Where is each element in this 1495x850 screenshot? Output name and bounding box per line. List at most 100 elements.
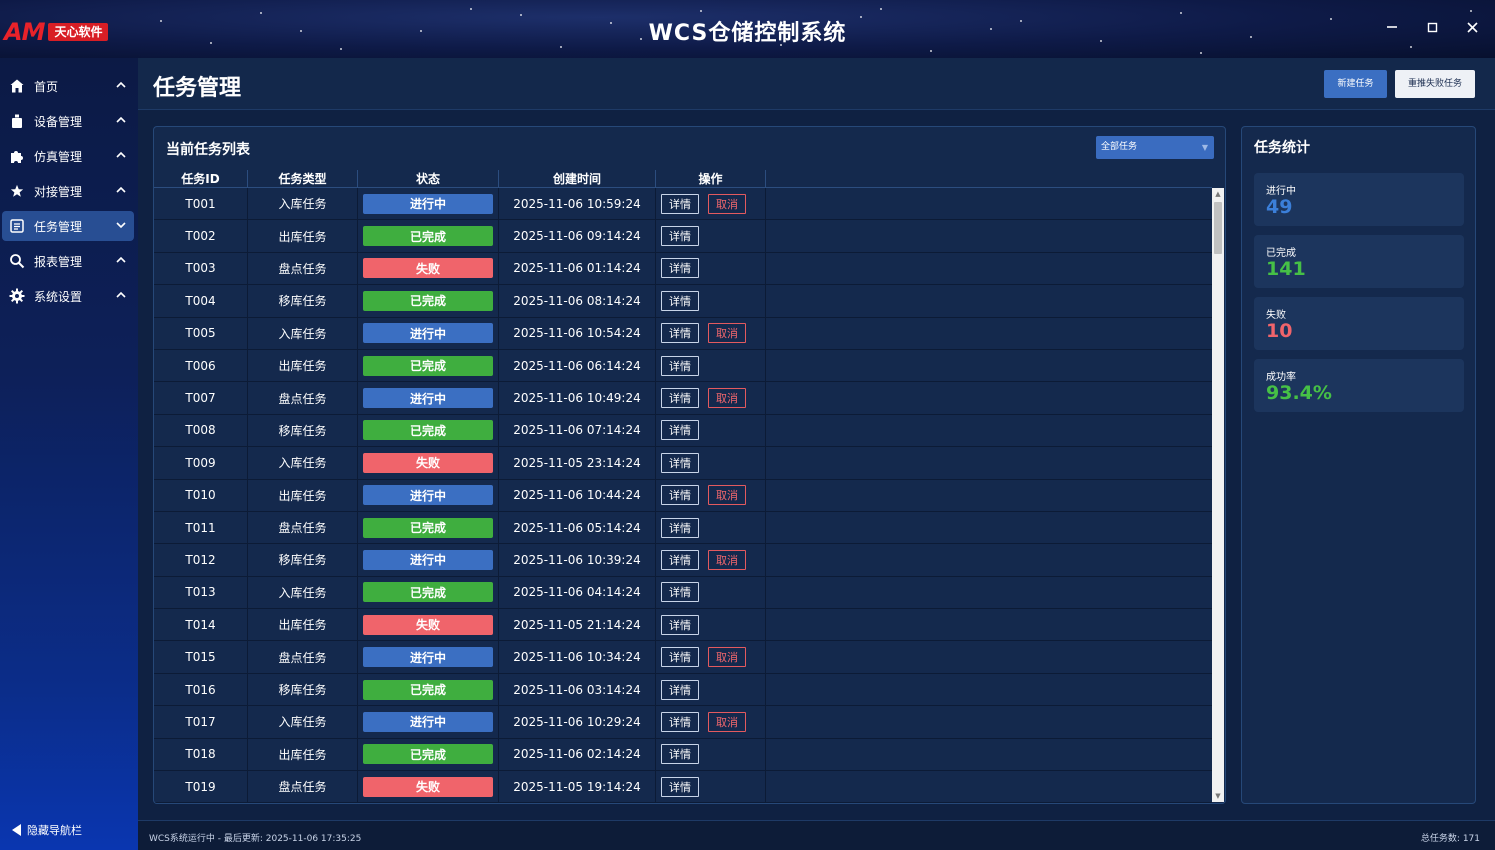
detail-button[interactable]: 详情 [661,582,699,603]
detail-button[interactable]: 详情 [661,290,699,311]
scroll-down-icon[interactable]: ▼ [1212,790,1224,802]
task-id-cell: T005 [154,317,248,349]
star-decoration [1180,12,1182,14]
status-badge: 失败 [363,452,493,473]
task-type-cell: 出库任务 [248,738,358,771]
chevron-up-icon[interactable] [114,186,128,197]
chevron-up-icon[interactable] [114,151,128,162]
actions-cell: 详情 [656,771,766,803]
sidebar-item-5[interactable]: 报表管理 [2,246,134,276]
detail-button[interactable]: 详情 [661,226,699,247]
created-time-cell: 2025-11-06 10:54:24 [499,317,656,349]
collapse-nav-button[interactable]: 隐藏导航栏 [12,822,82,838]
detail-button[interactable]: 详情 [661,711,699,732]
detail-button[interactable]: 详情 [661,420,699,441]
cancel-button[interactable]: 取消 [708,549,746,570]
sidebar-item-1[interactable]: 设备管理 [2,106,134,136]
task-id-cell: T018 [154,738,248,771]
detail-button[interactable]: 详情 [661,776,699,797]
cancel-button[interactable]: 取消 [708,193,746,214]
scroll-up-icon[interactable]: ▲ [1212,188,1224,200]
task-type-cell: 出库任务 [248,220,358,252]
detail-button[interactable]: 详情 [661,679,699,700]
created-time-cell: 2025-11-06 05:14:24 [499,511,656,544]
actions-cell: 详情 取消 [656,706,766,738]
detail-button[interactable]: 详情 [661,388,699,409]
table-scrollbar[interactable]: ▲ ▼ [1212,188,1224,802]
table-row: T003 盘点任务 失败 2025-11-06 01:14:24 详情 [154,252,1212,286]
status-cell: 失败 [358,252,499,285]
detail-button[interactable]: 详情 [661,517,699,538]
sidebar-item-0[interactable]: 首页 [2,71,134,101]
filler-cell [766,512,1212,543]
task-type-cell: 盘点任务 [248,252,358,285]
chevron-down-icon[interactable] [114,221,128,232]
scroll-thumb[interactable] [1214,202,1222,254]
sidebar-item-label: 首页 [34,79,59,94]
maximize-icon[interactable] [1423,20,1441,38]
chevron-up-icon[interactable] [114,291,128,302]
total-count: 总任务数: 171 [1420,834,1480,844]
detail-button[interactable]: 详情 [661,323,699,344]
detail-button[interactable]: 详情 [661,193,699,214]
task-id-cell: T016 [154,673,248,706]
detail-button[interactable]: 详情 [661,452,699,473]
sidebar-item-2[interactable]: 仿真管理 [2,141,134,171]
status-cell: 失败 [358,609,499,641]
cancel-button[interactable]: 取消 [708,485,746,506]
detail-button[interactable]: 详情 [661,549,699,570]
sidebar-item-label: 仿真管理 [34,149,83,164]
created-time-cell: 2025-11-06 06:14:24 [499,349,656,382]
actions-cell: 详情 [656,609,766,641]
sidebar-item-3[interactable]: 对接管理 [2,176,134,206]
chevron-up-icon[interactable] [114,116,128,127]
column-header-created: 创建时间 [499,170,656,187]
new-task-button[interactable]: 新建任务 [1324,70,1387,98]
stat-label: 进行中 [1266,186,1296,197]
page-title: 任务管理 [153,76,242,101]
chevron-up-icon[interactable] [114,81,128,92]
cancel-button[interactable]: 取消 [708,323,746,344]
device-icon [8,112,26,130]
detail-button[interactable]: 详情 [661,258,699,279]
actions-cell: 详情 [656,511,766,544]
filler-cell [766,641,1212,672]
created-time-cell: 2025-11-06 01:14:24 [499,252,656,285]
task-id-cell: T013 [154,576,248,609]
minimize-icon[interactable] [1383,20,1401,38]
home-icon [8,77,26,95]
task-id-cell: T014 [154,609,248,641]
detail-button[interactable]: 详情 [661,744,699,765]
stat-value: 49 [1266,196,1293,218]
status-badge: 进行中 [363,193,493,214]
actions-cell: 详情 [656,252,766,285]
status-cell: 已完成 [358,576,499,609]
detail-button[interactable]: 详情 [661,647,699,668]
task-id-cell: T010 [154,479,248,511]
task-id-cell: T004 [154,285,248,317]
status-bar: WCS系统运行中 - 最后更新: 2025-11-06 17:35:25 总任务… [138,820,1495,850]
task-id-cell: T008 [154,414,248,447]
retry-failed-button[interactable]: 重推失败任务 [1395,70,1475,98]
task-type-cell: 入库任务 [248,576,358,609]
created-time-cell: 2025-11-05 23:14:24 [499,447,656,479]
table-row: T004 移库任务 已完成 2025-11-06 08:14:24 详情 [154,285,1212,318]
created-time-cell: 2025-11-06 10:44:24 [499,479,656,511]
stat-value: 141 [1266,258,1306,280]
cancel-button[interactable]: 取消 [708,711,746,732]
chevron-up-icon[interactable] [114,256,128,267]
detail-button[interactable]: 详情 [661,355,699,376]
status-badge: 进行中 [363,388,493,409]
detail-button[interactable]: 详情 [661,614,699,635]
status-cell: 进行中 [358,479,499,511]
task-filter-select[interactable]: 全部任务 ▼ [1096,136,1214,159]
sidebar-item-4[interactable]: 任务管理 [2,211,134,241]
status-cell: 进行中 [358,706,499,738]
sidebar-item-6[interactable]: 系统设置 [2,281,134,311]
cancel-button[interactable]: 取消 [708,388,746,409]
status-cell: 进行中 [358,382,499,414]
cancel-button[interactable]: 取消 [708,647,746,668]
detail-button[interactable]: 详情 [661,485,699,506]
close-icon[interactable] [1463,20,1481,38]
task-id-cell: T011 [154,511,248,544]
